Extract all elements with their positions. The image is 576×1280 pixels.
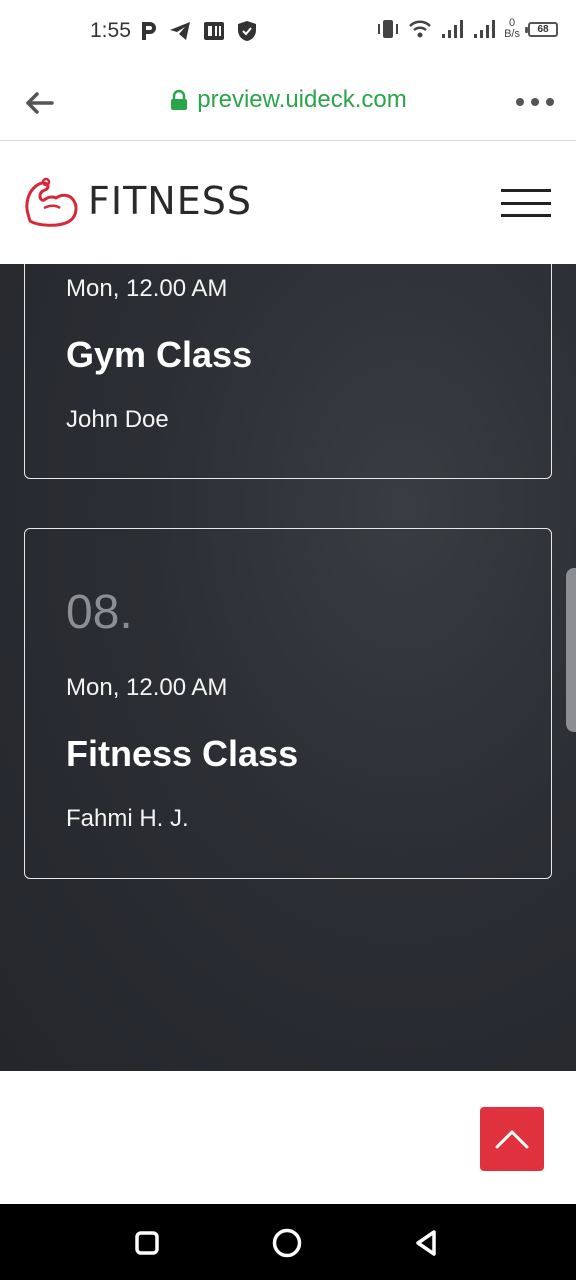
hamburger-icon <box>501 189 551 192</box>
back-button[interactable] <box>410 1226 444 1260</box>
class-trainer: Fahmi H. J. <box>66 805 189 832</box>
wifi-icon <box>409 20 431 38</box>
lock-icon <box>171 89 188 110</box>
class-trainer: John Doe <box>66 406 169 433</box>
class-card[interactable]: 08. Mon, 12.00 AM Fitness Class Fahmi H.… <box>24 528 552 879</box>
system-nav-bar <box>0 1204 576 1280</box>
browser-toolbar: preview.uideck.com <box>0 64 576 141</box>
status-time: 1:55 <box>90 19 131 42</box>
back-to-top-button[interactable] <box>480 1107 544 1171</box>
logo-text: FITNESS <box>88 179 252 223</box>
more-dots-icon <box>516 98 524 106</box>
net-speed: 0 B/s <box>504 17 520 40</box>
telegram-icon <box>170 22 190 40</box>
signal-icon-2 <box>474 20 496 38</box>
news-icon <box>204 22 224 40</box>
url-text: preview.uideck.com <box>197 86 407 113</box>
class-title: Gym Class <box>66 334 253 375</box>
site-logo[interactable]: FITNESS <box>22 174 252 228</box>
signal-icon-1 <box>442 20 464 38</box>
page-footer-strip <box>0 1071 576 1204</box>
parking-icon <box>142 22 156 40</box>
address-bar[interactable]: preview.uideck.com <box>0 86 576 114</box>
triangle-back-icon <box>416 1230 436 1256</box>
class-time: Mon, 12.00 AM <box>66 674 228 701</box>
flexed-arm-icon <box>25 177 78 227</box>
status-bar: 1:55 0 B/s 68 <box>0 0 576 64</box>
vibrate-icon <box>378 20 399 38</box>
home-button[interactable] <box>270 1226 304 1260</box>
class-card[interactable]: Mon, 12.00 AM Gym Class John Doe <box>24 264 552 479</box>
system-icons: 0 B/s 68 <box>376 18 558 40</box>
class-time: Mon, 12.00 AM <box>66 275 228 302</box>
square-icon <box>135 1231 159 1255</box>
recents-button[interactable] <box>130 1226 164 1260</box>
menu-button[interactable] <box>501 189 551 217</box>
shield-icon <box>238 21 256 41</box>
circle-icon <box>272 1228 302 1258</box>
chevron-up-icon <box>495 1130 529 1149</box>
class-number: 08. <box>66 586 133 639</box>
schedule-section: Mon, 12.00 AM Gym Class John Doe 08. Mon… <box>0 264 576 1071</box>
site-header: FITNESS <box>0 141 576 264</box>
battery-icon: 68 <box>525 21 558 37</box>
browser-more-button[interactable] <box>516 92 554 112</box>
class-title: Fitness Class <box>66 733 299 774</box>
scrollbar-handle[interactable] <box>566 568 576 732</box>
notification-icons <box>140 20 258 42</box>
